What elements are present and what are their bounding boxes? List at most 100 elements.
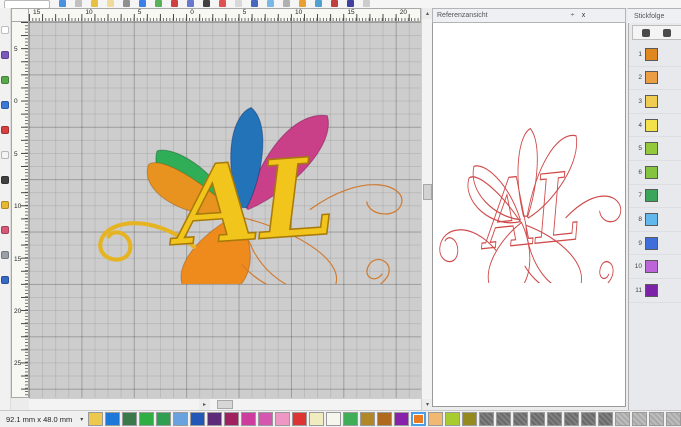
thread-color-chip[interactable] xyxy=(645,95,658,108)
pin-panel-button[interactable]: ÷ xyxy=(567,12,578,19)
tool-icon[interactable] xyxy=(1,201,9,209)
toolbar-icon[interactable] xyxy=(331,0,338,7)
palette-swatch-empty[interactable] xyxy=(581,412,596,426)
palette-swatch[interactable] xyxy=(224,412,239,426)
thread-color-chip[interactable] xyxy=(645,48,658,61)
toolbar-icon[interactable] xyxy=(155,0,162,7)
palette-swatch[interactable] xyxy=(258,412,273,426)
thread-color-chip[interactable] xyxy=(645,119,658,132)
palette-swatch-empty[interactable] xyxy=(615,412,630,426)
close-panel-button[interactable]: x xyxy=(578,12,589,19)
palette-swatch-empty[interactable] xyxy=(479,412,494,426)
tool-icon[interactable] xyxy=(1,76,9,84)
palette-swatch[interactable] xyxy=(190,412,205,426)
toolbar-icon[interactable] xyxy=(219,0,226,7)
color-sequence-row[interactable]: 2 xyxy=(629,67,681,91)
palette-swatch[interactable] xyxy=(173,412,188,426)
palette-swatch[interactable] xyxy=(411,412,426,426)
palette-swatch[interactable] xyxy=(394,412,409,426)
palette-swatch[interactable] xyxy=(139,412,154,426)
toolbar-icon[interactable] xyxy=(347,0,354,7)
toolbar-icon[interactable] xyxy=(91,0,98,7)
palette-swatch[interactable] xyxy=(241,412,256,426)
thread-color-chip[interactable] xyxy=(645,142,658,155)
toolbar-icon[interactable] xyxy=(363,0,370,7)
toolbar-icon[interactable] xyxy=(267,0,274,7)
thread-color-chip[interactable] xyxy=(645,189,658,202)
toolbar-icon[interactable] xyxy=(203,0,210,7)
scroll-right-icon[interactable]: ▸ xyxy=(199,399,210,410)
toolbar-icon[interactable] xyxy=(107,0,114,7)
horizontal-scroll-thumb[interactable] xyxy=(217,400,233,409)
color-sequence-row[interactable]: 10 xyxy=(629,255,681,279)
tool-icon[interactable] xyxy=(1,226,9,234)
thread-color-chip[interactable] xyxy=(645,213,658,226)
palette-swatch[interactable] xyxy=(309,412,324,426)
toolbar-icon[interactable] xyxy=(283,0,290,7)
thread-color-chip[interactable] xyxy=(645,166,658,179)
palette-swatch[interactable] xyxy=(156,412,171,426)
tool-icon[interactable] xyxy=(1,176,9,184)
reference-panel-content[interactable]: AL xyxy=(432,23,626,407)
canvas-vertical-scrollbar[interactable]: ▴ ▾ xyxy=(421,8,432,410)
chevron-down-icon[interactable]: ▾ xyxy=(72,416,88,423)
palette-swatch-empty[interactable] xyxy=(649,412,664,426)
tool-icon[interactable] xyxy=(1,276,9,284)
toolbar-icon[interactable] xyxy=(251,0,258,7)
palette-swatch[interactable] xyxy=(88,412,103,426)
toolbar-icon[interactable] xyxy=(123,0,130,7)
toolbar-icon[interactable] xyxy=(187,0,194,7)
palette-swatch[interactable] xyxy=(462,412,477,426)
color-sequence-row[interactable]: 7 xyxy=(629,185,681,209)
color-sequence-row[interactable]: 9 xyxy=(629,232,681,256)
color-sequence-row[interactable]: 1 xyxy=(629,43,681,67)
color-sequence-row[interactable]: 11 xyxy=(629,279,681,303)
palette-swatch-empty[interactable] xyxy=(632,412,647,426)
palette-swatch[interactable] xyxy=(275,412,290,426)
toolbar-icon[interactable] xyxy=(315,0,322,7)
color-sequence-row[interactable]: 6 xyxy=(629,161,681,185)
toolbar-icon[interactable] xyxy=(171,0,178,7)
tool-icon[interactable] xyxy=(1,101,9,109)
palette-swatch-empty[interactable] xyxy=(564,412,579,426)
monogram-text[interactable]: AL xyxy=(162,133,338,270)
palette-swatch[interactable] xyxy=(326,412,341,426)
palette-swatch[interactable] xyxy=(343,412,358,426)
color-sequence-row[interactable]: 8 xyxy=(629,208,681,232)
palette-swatch[interactable] xyxy=(122,412,137,426)
palette-swatch-empty[interactable] xyxy=(666,412,681,426)
tool-icon[interactable] xyxy=(1,251,9,259)
toolbar-icon[interactable] xyxy=(139,0,146,7)
thread-color-chip[interactable] xyxy=(645,237,658,250)
design-canvas[interactable]: AL xyxy=(29,22,421,398)
palette-swatch[interactable] xyxy=(377,412,392,426)
palette-swatch-empty[interactable] xyxy=(530,412,545,426)
palette-swatch[interactable] xyxy=(360,412,375,426)
palette-swatch[interactable] xyxy=(292,412,307,426)
toolbar-icon[interactable] xyxy=(75,0,82,7)
color-sequence-row[interactable]: 5 xyxy=(629,137,681,161)
toolbar-icon[interactable] xyxy=(299,0,306,7)
thread-color-chip[interactable] xyxy=(645,71,658,84)
toolbar-icon[interactable] xyxy=(59,0,66,7)
palette-swatch-empty[interactable] xyxy=(513,412,528,426)
tool-icon[interactable] xyxy=(1,151,9,159)
tool-icon[interactable] xyxy=(1,126,9,134)
toolbar-icon[interactable] xyxy=(235,0,242,7)
palette-swatch[interactable] xyxy=(207,412,222,426)
palette-swatch[interactable] xyxy=(445,412,460,426)
palette-swatch-empty[interactable] xyxy=(598,412,613,426)
tool-icon[interactable] xyxy=(1,51,9,59)
tool-icon[interactable] xyxy=(1,26,9,34)
color-sequence-row[interactable]: 4 xyxy=(629,114,681,138)
palette-swatch[interactable] xyxy=(428,412,443,426)
palette-swatch[interactable] xyxy=(105,412,120,426)
thread-spool-icon[interactable] xyxy=(642,29,650,37)
color-sequence-row[interactable]: 3 xyxy=(629,90,681,114)
vertical-scroll-thumb[interactable] xyxy=(423,184,432,200)
hand-tool-icon[interactable] xyxy=(663,29,671,37)
palette-swatch-empty[interactable] xyxy=(496,412,511,426)
embroidery-design[interactable]: AL xyxy=(89,92,409,284)
palette-swatch-empty[interactable] xyxy=(547,412,562,426)
thread-color-chip[interactable] xyxy=(645,260,658,273)
